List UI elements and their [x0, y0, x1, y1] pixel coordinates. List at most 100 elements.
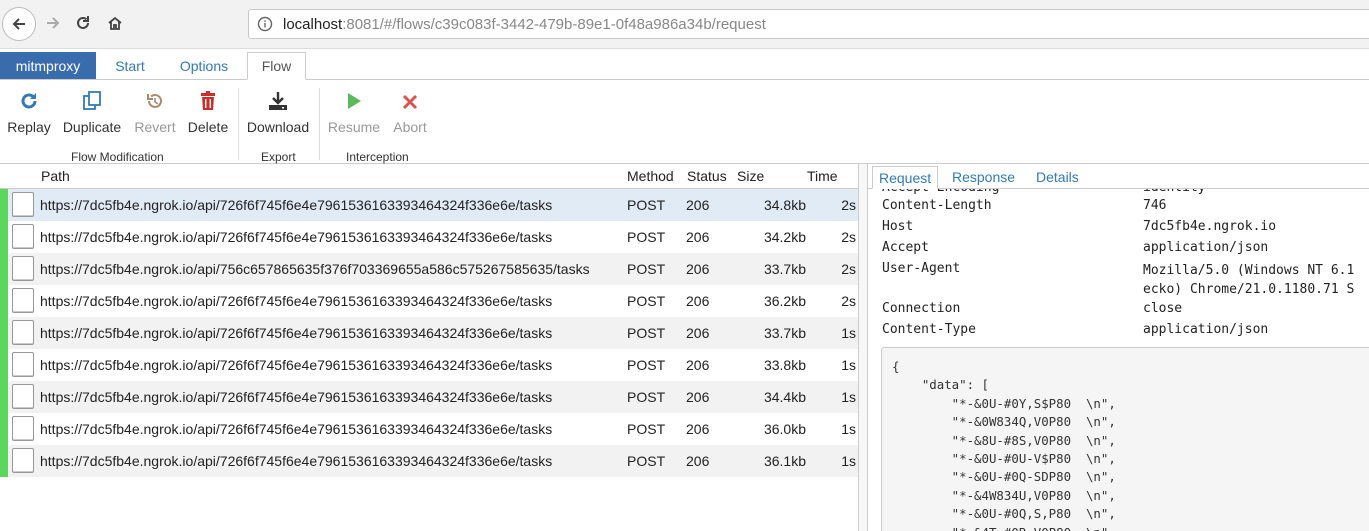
replay-button[interactable]: Replay — [7, 88, 51, 135]
cell-status: 206 — [686, 357, 710, 373]
request-body-editor[interactable]: { "data": [ "*-&0U-#0Y,S$P80 \n", "*-&0W… — [881, 347, 1369, 531]
delete-label: Delete — [187, 119, 229, 135]
cell-status: 206 — [686, 421, 710, 437]
trash-icon — [201, 91, 215, 110]
cell-time: 2s — [841, 229, 856, 245]
tab-start[interactable]: Start — [100, 52, 160, 79]
cell-method: POST — [627, 357, 666, 373]
status-indicator — [0, 285, 8, 317]
download-button[interactable]: Download — [246, 88, 310, 135]
resume-button[interactable]: Resume — [327, 88, 381, 135]
cell-status: 206 — [686, 453, 710, 469]
table-row[interactable]: https://7dc5fb4e.ngrok.io/api/726f6f745f… — [0, 413, 858, 445]
table-row[interactable]: https://7dc5fb4e.ngrok.io/api/726f6f745f… — [0, 381, 858, 413]
status-indicator — [0, 221, 8, 253]
reload-button[interactable] — [66, 6, 100, 40]
duplicate-icon — [83, 91, 101, 110]
cell-time: 1s — [841, 357, 856, 373]
column-header-status[interactable]: Status — [687, 164, 727, 188]
back-button[interactable] — [2, 7, 36, 41]
pane-splitter[interactable] — [858, 164, 868, 531]
document-icon — [12, 192, 34, 217]
table-row[interactable]: https://7dc5fb4e.ngrok.io/api/726f6f745f… — [0, 189, 858, 221]
table-row[interactable]: https://7dc5fb4e.ngrok.io/api/726f6f745f… — [0, 445, 858, 477]
revert-button[interactable]: Revert — [133, 88, 177, 135]
home-icon — [108, 16, 122, 30]
status-indicator — [0, 413, 8, 445]
cell-status: 206 — [686, 229, 710, 245]
tab-options[interactable]: Options — [165, 52, 243, 79]
toolbar-divider — [238, 88, 239, 160]
url-path: :8081/#/flows/c39c083f-3442-479b-89e1-0f… — [342, 16, 766, 33]
cell-status: 206 — [686, 261, 710, 277]
status-indicator — [0, 349, 8, 381]
cell-method: POST — [627, 325, 666, 341]
document-icon — [12, 288, 34, 313]
header-value[interactable]: close — [1143, 301, 1182, 316]
cell-path: https://7dc5fb4e.ngrok.io/api/726f6f745f… — [40, 197, 553, 213]
tab-request[interactable]: Request — [872, 166, 939, 189]
header-value[interactable]: application/json — [1143, 240, 1268, 255]
browser-toolbar: localhost:8081/#/flows/c39c083f-3442-479… — [0, 0, 1369, 49]
cell-size: 34.4kb — [763, 389, 806, 405]
column-header-time[interactable]: Time — [807, 164, 838, 188]
arrow-left-icon — [12, 18, 25, 30]
home-button[interactable] — [98, 6, 132, 40]
resume-label: Resume — [327, 119, 381, 135]
document-icon — [12, 416, 34, 441]
cell-size: 33.8kb — [763, 357, 806, 373]
cell-status: 206 — [686, 197, 710, 213]
tab-flow[interactable]: Flow — [247, 52, 306, 80]
cell-method: POST — [627, 229, 666, 245]
cell-status: 206 — [686, 389, 710, 405]
column-header-size[interactable]: Size — [737, 164, 764, 188]
info-icon[interactable] — [257, 16, 273, 32]
table-row[interactable]: https://7dc5fb4e.ngrok.io/api/726f6f745f… — [0, 285, 858, 317]
header-name: Content-Length — [882, 198, 992, 213]
table-row[interactable]: https://7dc5fb4e.ngrok.io/api/726f6f745f… — [0, 349, 858, 381]
header-value[interactable]: application/json — [1143, 322, 1268, 337]
detail-tabs: Request Response Details — [868, 164, 1369, 189]
header-value[interactable]: 7dc5fb4e.ngrok.io — [1143, 219, 1276, 234]
table-row[interactable]: https://7dc5fb4e.ngrok.io/api/756c657865… — [0, 253, 858, 285]
document-icon — [12, 448, 34, 473]
abort-button[interactable]: Abort — [391, 88, 429, 135]
cell-size: 34.2kb — [763, 229, 806, 245]
header-name: Connection — [882, 301, 961, 316]
cell-time: 1s — [841, 421, 856, 437]
group-label-export: Export — [261, 150, 296, 164]
header-value[interactable]: 746 — [1143, 198, 1166, 213]
forward-button[interactable] — [36, 6, 70, 40]
download-label: Download — [246, 119, 310, 135]
delete-button[interactable]: Delete — [187, 88, 229, 135]
header-value[interactable]: Mozilla/5.0 (Windows NT 6.1 ecko) Chrome… — [1143, 261, 1354, 299]
cell-path: https://7dc5fb4e.ngrok.io/api/726f6f745f… — [40, 229, 553, 245]
table-row[interactable]: https://7dc5fb4e.ngrok.io/api/726f6f745f… — [0, 221, 858, 253]
cell-time: 2s — [841, 293, 856, 309]
duplicate-button[interactable]: Duplicate — [62, 88, 122, 135]
document-icon — [12, 224, 34, 249]
cell-size: 36.0kb — [763, 421, 806, 437]
cell-path: https://7dc5fb4e.ngrok.io/api/726f6f745f… — [40, 293, 553, 309]
table-row[interactable]: https://7dc5fb4e.ngrok.io/api/726f6f745f… — [0, 317, 858, 349]
tab-details[interactable]: Details — [1036, 166, 1079, 188]
column-header-method[interactable]: Method — [627, 164, 674, 188]
status-indicator — [0, 381, 8, 413]
cell-method: POST — [627, 197, 666, 213]
cell-path: https://7dc5fb4e.ngrok.io/api/726f6f745f… — [40, 325, 553, 341]
play-icon — [348, 93, 361, 109]
column-header-path[interactable]: Path — [41, 164, 70, 188]
cell-time: 1s — [841, 325, 856, 341]
cell-path: https://7dc5fb4e.ngrok.io/api/756c657865… — [40, 261, 590, 277]
tab-mitmproxy[interactable]: mitmproxy — [0, 52, 96, 79]
toolbar-divider — [319, 88, 320, 160]
cell-size: 33.7kb — [763, 261, 806, 277]
url-host: localhost — [283, 16, 343, 33]
flow-toolbar: Replay Duplicate Revert Delete Flow Modi… — [0, 80, 1369, 164]
cell-path: https://7dc5fb4e.ngrok.io/api/726f6f745f… — [40, 421, 553, 437]
status-indicator — [0, 317, 8, 349]
cell-size: 33.7kb — [763, 325, 806, 341]
cell-time: 2s — [841, 261, 856, 277]
tab-response[interactable]: Response — [952, 166, 1015, 188]
address-bar[interactable]: localhost:8081/#/flows/c39c083f-3442-479… — [248, 9, 1369, 39]
